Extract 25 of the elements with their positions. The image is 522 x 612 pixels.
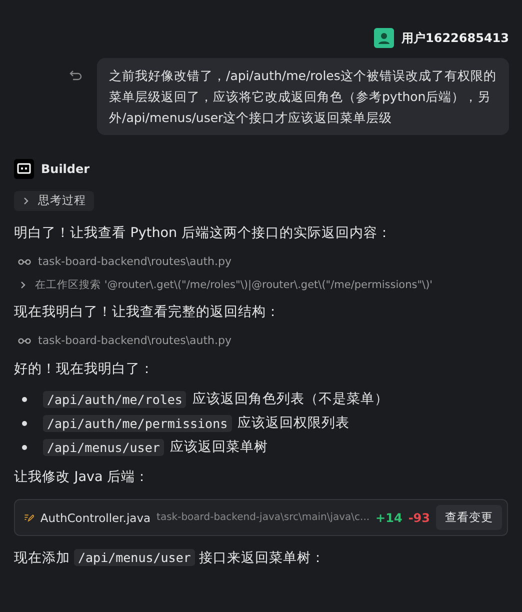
view-changes-button[interactable]: 查看变更 [436, 505, 502, 530]
message-text: 应该返回角色列表（不是菜单） [192, 390, 388, 408]
file-path[interactable]: task-board-backend\routes\auth.py [38, 334, 232, 347]
file-path[interactable]: task-board-backend\routes\auth.py [38, 255, 232, 268]
file-path: task-board-backend-java\src\main\java\c... [156, 512, 370, 523]
message-text: 接口来返回菜单树： [198, 550, 325, 566]
file-name[interactable]: AuthController.java [40, 510, 151, 524]
message-text: 应该返回菜单树 [170, 438, 268, 456]
thinking-toggle[interactable]: 思考过程 [14, 191, 94, 211]
inline-code: /api/auth/me/permissions [43, 414, 232, 432]
removed-count: -93 [408, 510, 430, 524]
inline-code: /api/auth/me/roles [43, 390, 186, 408]
message-text: 明白了！让我查看 Python 后端这两个接口的实际返回内容： [14, 225, 392, 241]
message-text: 现在我明白了！让我查看完整的返回结构： [14, 304, 280, 320]
search-step[interactable]: 在工作区搜索 '@router\.get\("/me/roles"\)|@router\.get\("/me/permissions"\)' [14, 274, 508, 296]
message-text: 现在添加 [14, 550, 70, 566]
user-message: 之前我好像改错了，/api/auth/me/roles这个被错误改成了有权限的菜单层级返回了，应该将它改成返回角色（参考python后端），另外/api/menus/user这个接口才应该返回菜单层级 [97, 58, 509, 135]
message-text: 好的！现在我明白了： [14, 361, 154, 377]
username: 用户1622685413 [402, 30, 509, 46]
inline-code: /api/menus/user [43, 438, 164, 456]
message-text: 应该返回权限列表 [238, 414, 350, 432]
assistant-name: Builder [41, 162, 90, 176]
added-count: +14 [376, 510, 402, 524]
message-text: 让我修改 Java 后端： [14, 469, 150, 485]
inline-code: /api/menus/user [74, 549, 195, 566]
